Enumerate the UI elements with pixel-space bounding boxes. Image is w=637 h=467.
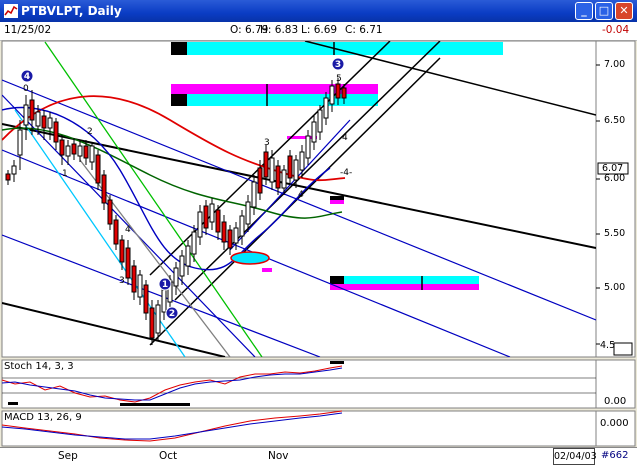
wave-label-neg4: -4- xyxy=(340,168,352,178)
price-tick-5.00: 5.00 xyxy=(604,282,626,293)
wave-label-4c: 4 xyxy=(342,133,348,143)
month-oct: Oct xyxy=(159,450,178,462)
wave-circle-4: 4 xyxy=(24,72,30,82)
wave-circle-3: 3 xyxy=(335,60,341,70)
month-nov: Nov xyxy=(268,450,289,462)
price-tick-7.00: 7.00 xyxy=(604,59,626,70)
wave-circle-2: 2 xyxy=(169,309,175,319)
wave-label-1: 1 xyxy=(62,169,68,179)
price-tick-6.00: 6.00 xyxy=(604,173,626,184)
time-axis: Sep Oct Nov xyxy=(0,447,637,467)
wave-label-0: 0 xyxy=(23,84,29,94)
macd-label: MACD 13, 26, 9 xyxy=(4,412,82,423)
wave-label-5: 5 xyxy=(336,74,342,84)
price-tick-6.50: 6.50 xyxy=(604,115,626,126)
end-date-box: 02/04/03 xyxy=(553,448,597,465)
wave-label-3: 3 xyxy=(119,276,125,286)
wave-circle-1: 1 xyxy=(162,280,168,290)
price-tick-5.50: 5.50 xyxy=(604,228,626,239)
price-tick-4.5: 4.5 xyxy=(600,340,616,351)
macd-axis-value: 0.000 xyxy=(600,418,629,429)
month-sep: Sep xyxy=(58,450,78,462)
wave-label-4b: 4 xyxy=(298,190,304,200)
wave-label-3b: 3 xyxy=(264,138,270,148)
wave-label-2: 2 xyxy=(87,127,93,137)
stoch-label: Stoch 14, 3, 3 xyxy=(4,361,74,372)
price-chart[interactable]: 4 1 2 3 0 2 1 4 3 3 4 5 4 -4- xyxy=(0,0,637,447)
wave-label-4: 4 xyxy=(125,225,131,235)
bar-count: #662 xyxy=(601,450,629,461)
stoch-axis-value: 0.00 xyxy=(604,396,627,407)
